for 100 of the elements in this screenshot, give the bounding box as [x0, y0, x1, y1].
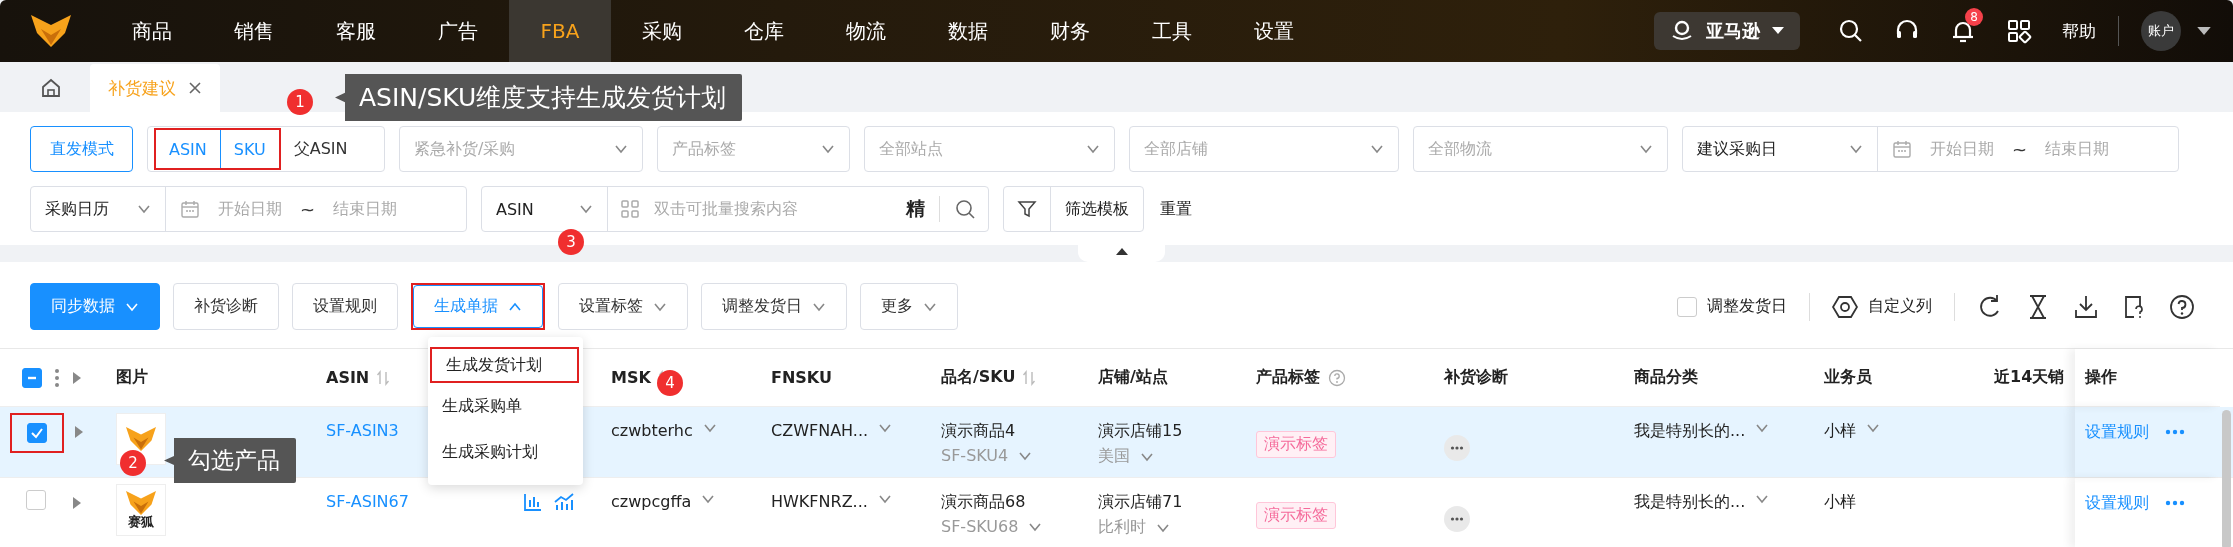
- trend-chart-icon[interactable]: [553, 492, 575, 512]
- nav-item[interactable]: 商品: [101, 0, 203, 62]
- store-name: 演示店铺71: [1098, 492, 1183, 513]
- nav-item[interactable]: 销售: [203, 0, 305, 62]
- more-dots-icon[interactable]: [1444, 435, 1470, 461]
- sku-text: SF-SKU4: [941, 446, 1009, 465]
- column-header: 品名/SKU: [941, 367, 1016, 388]
- msku-text: czwpcgffa: [611, 492, 692, 511]
- range-separator: ~: [300, 198, 316, 220]
- select-all-checkbox[interactable]: [22, 367, 42, 388]
- home-icon: [40, 77, 62, 99]
- date-type-select[interactable]: 建议采购日: [1683, 127, 1878, 171]
- more-icon[interactable]: [2165, 429, 2185, 435]
- caret-down-icon[interactable]: [2197, 26, 2211, 36]
- sku-text: SF-SKU68: [941, 517, 1019, 536]
- search-icon[interactable]: [1838, 18, 1864, 44]
- site-text: 美国: [1098, 446, 1130, 467]
- menu-item[interactable]: 生成发货计划: [432, 349, 556, 381]
- product-tag: 演示标签: [1256, 431, 1336, 458]
- nav-item[interactable]: 工具: [1121, 0, 1223, 62]
- fnsku-text: HWKFNRZ...: [771, 492, 868, 511]
- store-name: 演示店铺15: [1098, 421, 1183, 442]
- grid-icon: [620, 199, 640, 219]
- exact-match-toggle[interactable]: 精: [906, 196, 925, 222]
- step-number-badge: 1: [287, 89, 313, 115]
- scrollbar[interactable]: [2222, 410, 2231, 547]
- notification-badge: 8: [1965, 8, 1983, 26]
- more-icon[interactable]: [2165, 500, 2185, 506]
- caret-down-icon: [1772, 27, 1784, 35]
- nav-item[interactable]: 设置: [1223, 0, 1325, 62]
- hexagon-settings-icon[interactable]: [1832, 293, 1858, 320]
- column-header: 业务员: [1824, 367, 1872, 388]
- reset-button[interactable]: 重置: [1160, 198, 1192, 220]
- expand-caret-icon[interactable]: [72, 496, 82, 510]
- fox-logo-icon: [30, 15, 71, 47]
- column-header: MSK: [611, 368, 651, 387]
- column-header: 操作: [2085, 367, 2117, 388]
- column-header: 商品分类: [1634, 367, 1698, 388]
- toolbar-button[interactable]: 更多: [860, 283, 958, 330]
- vertical-dots-icon[interactable]: [54, 367, 60, 388]
- calendar-icon: [180, 199, 200, 219]
- column-header: 店铺/站点: [1098, 367, 1168, 388]
- marketplace-selector[interactable]: 亚马逊: [1654, 12, 1800, 50]
- nav-item[interactable]: 数据: [917, 0, 1019, 62]
- check-icon: [30, 426, 44, 440]
- category-text: 我是特别长的...: [1634, 492, 1746, 513]
- step-number-badge: 3: [558, 229, 584, 255]
- checkbox[interactable]: [1677, 296, 1697, 317]
- category-text: 我是特别长的...: [1634, 421, 1746, 442]
- site-text: 比利时: [1098, 517, 1146, 538]
- row-checkbox[interactable]: [27, 423, 47, 443]
- product-name: 演示商品68: [941, 492, 1026, 513]
- download-icon[interactable]: [2073, 293, 2099, 320]
- fox-logo-icon: [126, 490, 156, 515]
- bar-chart-icon[interactable]: [523, 492, 543, 512]
- toolbar-button[interactable]: 调整发货日: [701, 283, 847, 330]
- callout-tooltip: 勾选产品: [164, 438, 296, 483]
- thumbnail-label: 赛狐: [128, 514, 154, 530]
- account-avatar[interactable]: 账户: [2141, 11, 2181, 51]
- column-header: 近14天销: [1994, 367, 2065, 388]
- dimension-option[interactable]: 父ASIN: [280, 127, 361, 171]
- filter-icon: [1017, 199, 1037, 219]
- fox-logo-icon: [126, 427, 156, 451]
- nav-item[interactable]: 财务: [1019, 0, 1121, 62]
- fnsku-text: CZWFNAH...: [771, 421, 869, 440]
- column-header: 补货诊断: [1444, 367, 1508, 388]
- caret-up-icon: [1115, 247, 1128, 256]
- help-icon[interactable]: [2169, 293, 2195, 320]
- help-link[interactable]: 帮助: [2062, 19, 2096, 43]
- expand-caret-icon[interactable]: [74, 425, 84, 439]
- nav-item[interactable]: 物流: [815, 0, 917, 62]
- filter-template-button[interactable]: 筛选模板: [1051, 187, 1143, 231]
- toolbar-button[interactable]: 补货诊断: [173, 283, 279, 330]
- nav-item[interactable]: 客服: [305, 0, 407, 62]
- expand-caret-icon[interactable]: [72, 370, 82, 385]
- nav-item[interactable]: 仓库: [713, 0, 815, 62]
- nav-item[interactable]: 采购: [611, 0, 713, 62]
- column-header: ASIN: [326, 368, 370, 387]
- column-header: 产品标签: [1256, 367, 1320, 388]
- close-icon[interactable]: [188, 81, 202, 95]
- checkbox-label: 调整发货日: [1707, 296, 1787, 317]
- product-name: 演示商品4: [941, 421, 1016, 442]
- toolbar-button[interactable]: 设置规则: [292, 283, 398, 330]
- row-checkbox[interactable]: [26, 490, 46, 510]
- date-type-select[interactable]: 采购日历: [31, 187, 166, 231]
- custom-columns-button[interactable]: 自定义列: [1868, 296, 1932, 317]
- column-header: FNSKU: [771, 368, 832, 387]
- column-header: 图片: [116, 367, 148, 388]
- calendar-icon: [1892, 139, 1912, 159]
- msku-text: czwbterhc: [611, 421, 693, 440]
- nav-item[interactable]: 广告: [407, 0, 509, 62]
- menu-item[interactable]: 生成采购计划: [428, 429, 583, 475]
- callout-tooltip: ASIN/SKU维度支持生成发货计划: [335, 74, 743, 121]
- more-dots-icon[interactable]: [1444, 506, 1470, 532]
- range-separator: ~: [2012, 138, 2028, 160]
- salesperson-text: 小样: [1824, 492, 1856, 513]
- toolbar-button[interactable]: 设置标签: [558, 283, 688, 330]
- product-tag: 演示标签: [1256, 502, 1336, 529]
- apps-grid-icon[interactable]: [2006, 18, 2032, 44]
- nav-item[interactable]: FBA: [509, 0, 611, 62]
